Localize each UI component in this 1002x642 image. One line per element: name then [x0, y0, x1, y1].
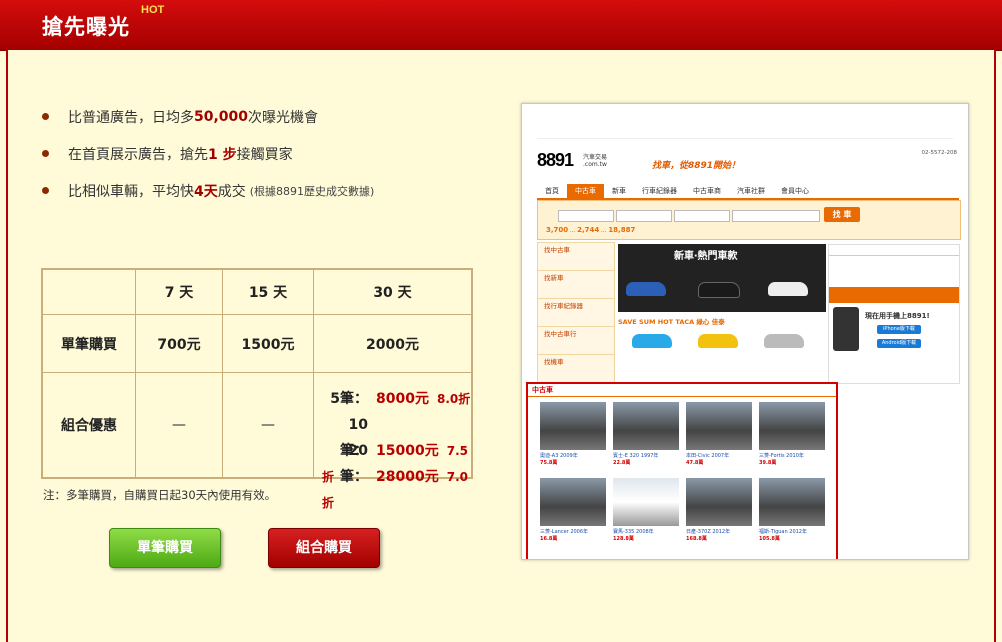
car-image	[632, 334, 672, 348]
pricing-table: 7 天 15 天 30 天 單筆購買 700元 1500元 2000元 組合優惠…	[41, 268, 473, 510]
preview-topline	[537, 126, 953, 139]
car-image	[698, 334, 738, 348]
combo-offer: 5筆： 8000元 8.0折	[322, 386, 471, 412]
single-purchase-label: 單筆購買	[41, 314, 136, 373]
preview-right-list	[829, 256, 959, 264]
combo-offer: 10筆： 15000元 7.5折	[322, 412, 471, 484]
benefit-item: 在首頁展示廣告，搶先 1 步接觸買家	[42, 135, 374, 172]
car-image	[686, 478, 752, 526]
col-30-days: 30 天	[313, 268, 473, 315]
benefit-text: 在首頁展示廣告，搶先	[68, 146, 208, 163]
car-image	[626, 282, 666, 296]
car-image	[540, 478, 606, 526]
benefit-text: 成交	[217, 183, 246, 200]
bullet-dot-icon	[42, 113, 49, 120]
benefit-list: 比普通廣告，日均多 50,000 次曝光機會 在首頁展示廣告，搶先 1 步接觸買家 …	[42, 98, 374, 209]
combo-dash-15: —	[222, 372, 314, 479]
empty-header-cell	[41, 268, 136, 315]
car-image	[759, 478, 825, 526]
car-image	[613, 402, 679, 450]
preview-search-input	[732, 210, 820, 222]
hot-badge: HOT	[141, 4, 165, 16]
benefit-item: 比相似車輛，平均快 4天 成交 (根據8891歷史成交數據)	[42, 172, 374, 209]
preview-nav: 首頁 中古車 新車 行車紀錄器 中古車商 汽車社群 會員中心	[537, 184, 959, 200]
preview-select	[674, 210, 730, 222]
preview-logo: 8891	[537, 150, 574, 170]
combo-price: 28000元	[376, 469, 439, 485]
car-caption: 本田-Civic 2007年 47.8萬	[686, 453, 730, 466]
car-caption: 三菱-Lancer 2006年 16.8萬	[540, 529, 589, 542]
car-image	[759, 402, 825, 450]
benefit-text: 接觸買家	[236, 146, 293, 163]
combo-discount: 8.0折	[436, 392, 471, 406]
benefit-highlight: 4天	[194, 183, 218, 200]
car-caption: 寶馬-335 2008年 128.8萬	[613, 529, 654, 542]
car-caption: 三菱-Fortis 2010年 39.8萬	[759, 453, 804, 466]
usage-note: 注：多筆購買，自購買日起30天內使用有效。	[43, 488, 277, 502]
preview-stats: 3,700 … 2,744 … 18,887	[546, 226, 636, 234]
col-15-days: 15 天	[222, 268, 314, 315]
combo-row: 組合優惠 — — 5筆： 8000元 8.0折 10筆： 15000元 7.5折 20筆…	[41, 372, 473, 510]
combo-price: 8000元	[376, 391, 429, 407]
preview-used-title: 中古車	[528, 384, 836, 397]
combo-count: 5筆：	[330, 391, 368, 407]
pricing-header-row: 7 天 15 天 30 天	[41, 268, 473, 315]
preview-android-button: Android版下載	[877, 339, 921, 348]
price-15-days: 1500元	[222, 314, 314, 373]
homepage-preview-image: 8891 汽車交易 .com.tw 找車，從8891開始！ 02-5572-208…	[521, 103, 969, 560]
car-image	[613, 478, 679, 526]
benefit-text: 比相似車輛，平均快	[68, 183, 194, 200]
combo-label: 組合優惠	[41, 372, 136, 479]
single-purchase-row: 單筆購買 700元 1500元 2000元	[41, 314, 473, 373]
preview-tabs	[829, 245, 959, 256]
preview-iphone-button: iPhone版下載	[877, 325, 921, 334]
benefit-text: 比普通廣告，日均多	[68, 109, 194, 126]
preview-search: 找 車 3,700 … 2,744 … 18,887	[537, 200, 961, 240]
car-image	[768, 282, 808, 296]
benefit-item: 比普通廣告，日均多 50,000 次曝光機會	[42, 98, 374, 135]
single-purchase-button[interactable]: 單筆購買	[109, 528, 221, 568]
combo-count: 20筆：	[340, 443, 368, 485]
car-image	[764, 334, 804, 348]
combo-dash-7: —	[135, 372, 223, 479]
preview-search-button: 找 車	[824, 207, 860, 222]
preview-left-menu: 找中古車 找新車 找行車紀錄器 找中古車行 找機車	[537, 242, 615, 384]
page-title: 搶先曝光	[42, 15, 130, 39]
car-image	[698, 282, 740, 298]
benefit-text: 次曝光機會	[248, 109, 319, 126]
preview-brands: SAVE SUM HOT TACA 綠心 佳泰	[618, 316, 826, 382]
preview-action-bar	[829, 287, 959, 303]
preview-right-panel: 現在用手機上8891! iPhone版下載 Android版下載	[828, 244, 960, 384]
preview-select	[616, 210, 672, 222]
preview-select	[558, 210, 614, 222]
benefit-highlight: 1 步	[208, 146, 237, 163]
preview-banner: 新車‧熱門車款	[618, 244, 826, 312]
preview-side-list	[840, 386, 958, 556]
price-7-days: 700元	[135, 314, 223, 373]
car-caption: 福斯-Tiguan 2012年 105.8萬	[759, 529, 807, 542]
preview-logo-sub: 汽車交易 .com.tw	[583, 154, 608, 168]
combo-purchase-button[interactable]: 組合購買	[268, 528, 380, 568]
combo-offer: 20筆： 28000元 7.0折	[322, 438, 471, 510]
preview-header: 8891 汽車交易 .com.tw 找車，從8891開始！ 02-5572-208	[537, 144, 957, 184]
page-header: 搶先曝光 HOT	[0, 0, 1002, 51]
car-caption: 日產-370Z 2012年 168.8萬	[686, 529, 731, 542]
col-7-days: 7 天	[135, 268, 223, 315]
phone-icon	[833, 307, 859, 351]
benefit-highlight: 50,000	[194, 108, 249, 125]
preview-phone: 02-5572-208	[921, 150, 957, 156]
benefit-source-note: (根據8891歷史成交數據)	[249, 184, 375, 198]
price-30-days: 2000元	[313, 314, 473, 373]
car-image	[540, 402, 606, 450]
bullet-dot-icon	[42, 150, 49, 157]
bullet-dot-icon	[42, 187, 49, 194]
preview-slogan: 找車，從8891開始！	[652, 161, 741, 171]
preview-app-text: 現在用手機上8891!	[865, 312, 930, 320]
car-caption: 奧迪-A3 2009年 75.8萬	[540, 453, 578, 466]
combo-offers: 5筆： 8000元 8.0折 10筆： 15000元 7.5折 20筆： 28000元 7.…	[313, 372, 473, 510]
car-image	[686, 402, 752, 450]
preview-used-cars-highlight: 中古車 奧迪-A3 2009年 75.8萬 賓士-E 320 1997年 22.8萬…	[526, 382, 838, 559]
car-caption: 賓士-E 320 1997年 22.8萬	[613, 453, 659, 466]
